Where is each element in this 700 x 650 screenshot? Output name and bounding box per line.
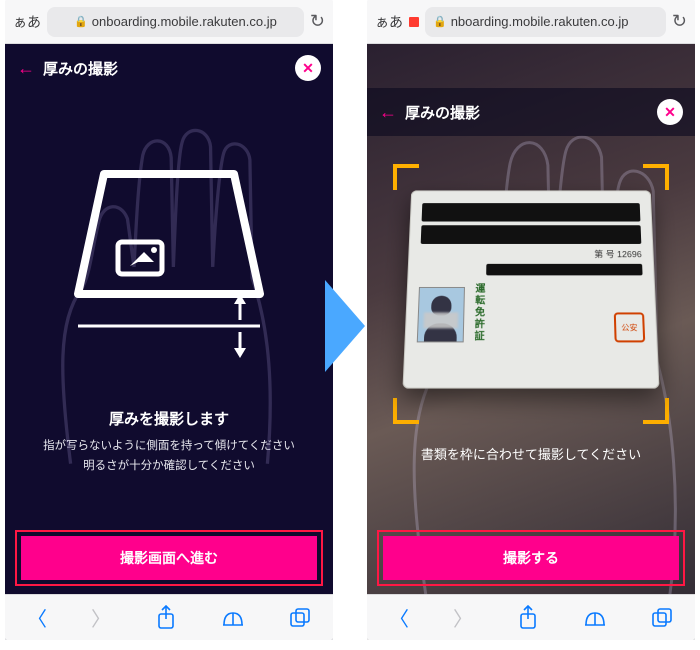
share-icon[interactable] [517, 605, 539, 631]
text-size-button[interactable]: ぁあ [375, 12, 403, 32]
cta-highlight-box: 撮影画面へ進む [15, 530, 323, 586]
url-text: onboarding.mobile.rakuten.co.jp [92, 14, 277, 29]
back-arrow-icon[interactable]: ← [17, 58, 35, 79]
frame-corner-icon [643, 398, 669, 424]
lock-icon: 🔒 [433, 15, 447, 28]
nav-back-button[interactable]: 〈 [389, 603, 409, 632]
safari-address-bar: ぁあ 🔒 nboarding.mobile.rakuten.co.jp ↻ [367, 0, 695, 44]
app-header: ← 厚みの撮影 ✕ [5, 44, 333, 92]
privacy-blur [423, 312, 458, 328]
close-button[interactable]: ✕ [657, 99, 683, 125]
bookmarks-icon[interactable] [583, 607, 607, 629]
reload-button[interactable]: ↻ [672, 11, 687, 32]
url-field[interactable]: 🔒 onboarding.mobile.rakuten.co.jp [47, 7, 304, 37]
instruction-title: 厚みを撮影します [109, 408, 229, 429]
frame-corner-icon [393, 164, 419, 190]
card-stripe [422, 203, 641, 221]
close-icon: ✕ [302, 60, 314, 77]
card-number-row: 第 号 12696 [420, 248, 642, 260]
url-field[interactable]: 🔒 nboarding.mobile.rakuten.co.jp [425, 7, 666, 37]
url-text: nboarding.mobile.rakuten.co.jp [451, 14, 629, 29]
id-card-preview: 第 号 12696 運転免許証 公安 [402, 190, 659, 388]
capture-instruction: 書類を枠に合わせて撮影してください [367, 444, 695, 463]
bookmarks-icon[interactable] [221, 607, 245, 629]
capture-frame: 第 号 12696 運転免許証 公安 [393, 164, 669, 424]
card-title-text: 運転免許証 [470, 283, 486, 342]
reload-button[interactable]: ↻ [310, 11, 325, 32]
flow-arrow-icon [325, 280, 365, 372]
nav-forward-button: 〉 [91, 603, 111, 632]
safari-address-bar: ぁあ 🔒 onboarding.mobile.rakuten.co.jp ↻ [5, 0, 333, 44]
instruction-subtext: 指が写らないように側面を持って傾けてください 明るさが十分か確認してください [43, 437, 295, 476]
card-stripe [486, 264, 642, 276]
recording-indicator-icon [409, 17, 419, 27]
page-title: 厚みの撮影 [43, 58, 118, 79]
card-tilt-illustration [21, 104, 317, 404]
nav-back-button[interactable]: 〈 [27, 603, 47, 632]
safari-toolbar: 〈 〉 [5, 594, 333, 640]
share-icon[interactable] [155, 605, 177, 631]
app-header: ← 厚みの撮影 ✕ [367, 88, 695, 136]
lock-icon: 🔒 [74, 15, 88, 28]
instruction-body: 厚みを撮影します 指が写らないように側面を持って傾けてください 明るさが十分か確… [5, 92, 333, 640]
back-arrow-icon[interactable]: ← [379, 102, 397, 123]
text-size-button[interactable]: ぁあ [13, 12, 41, 32]
frame-corner-icon [643, 164, 669, 190]
tabs-icon[interactable] [651, 607, 673, 629]
card-stripe [421, 225, 642, 244]
cta-highlight-box: 撮影する [377, 530, 685, 586]
proceed-to-capture-button[interactable]: 撮影画面へ進む [21, 536, 317, 580]
nav-forward-button: 〉 [453, 603, 473, 632]
page-title: 厚みの撮影 [405, 102, 480, 123]
phone-camera-screen: ぁあ 🔒 nboarding.mobile.rakuten.co.jp ↻ ← … [367, 0, 695, 640]
capture-button[interactable]: 撮影する [383, 536, 679, 580]
frame-corner-icon [393, 398, 419, 424]
close-button[interactable]: ✕ [295, 55, 321, 81]
close-icon: ✕ [664, 104, 676, 121]
safari-toolbar: 〈 〉 [367, 594, 695, 640]
card-stamp-icon: 公安 [614, 312, 645, 342]
camera-preview: ← 厚みの撮影 ✕ 第 号 12696 [367, 44, 695, 640]
phone-instruction-screen: ぁあ 🔒 onboarding.mobile.rakuten.co.jp ↻ ←… [5, 0, 333, 640]
tabs-icon[interactable] [289, 607, 311, 629]
